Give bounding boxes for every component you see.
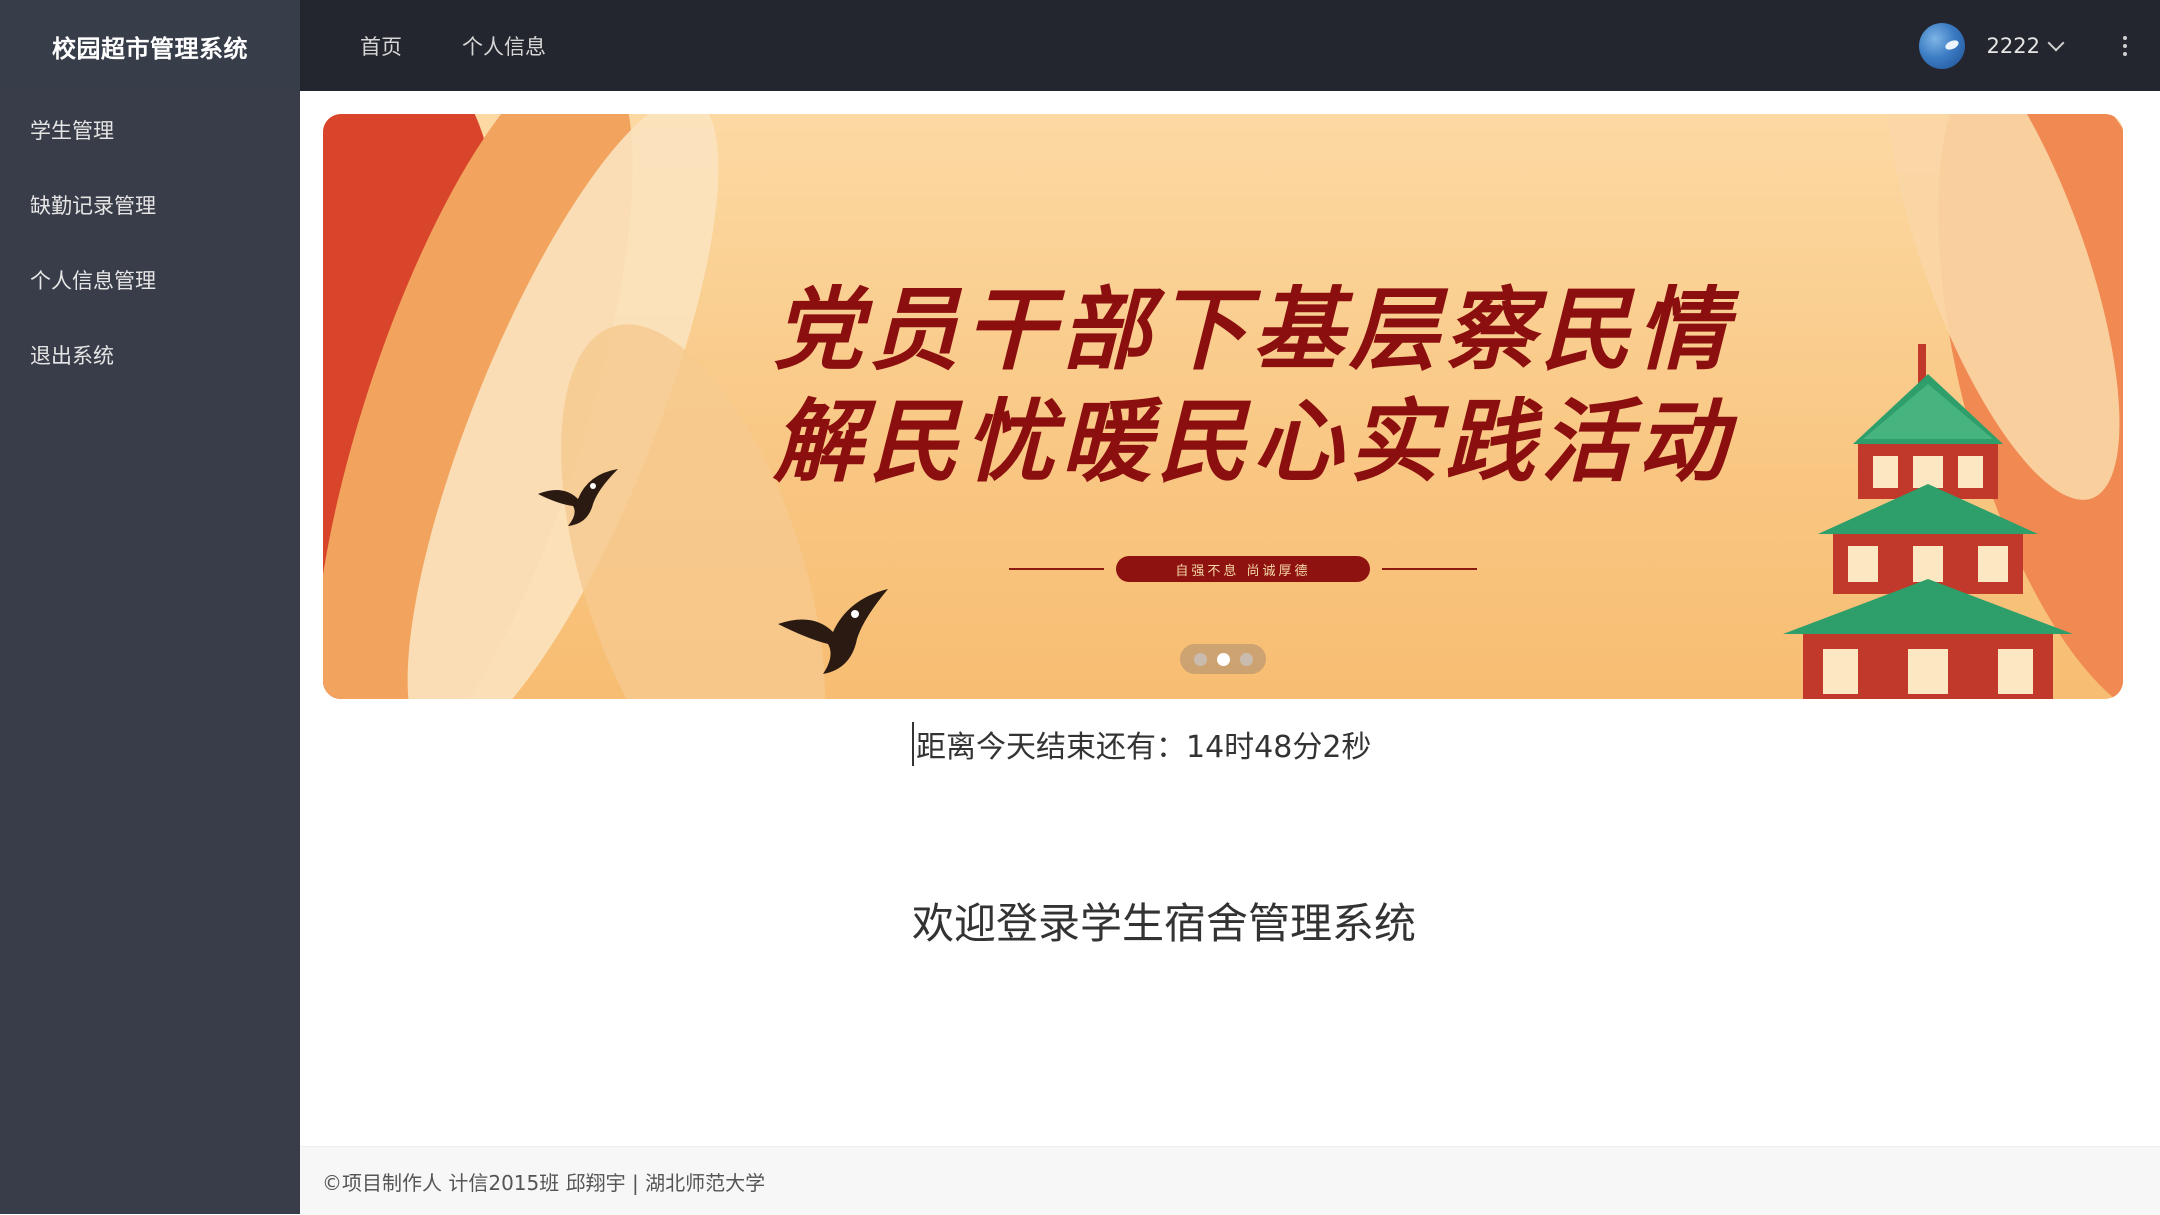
header-user-area: 2222 xyxy=(1918,0,2160,91)
sidebar-item-label: 退出系统 xyxy=(30,343,114,368)
sidebar: 校园超市管理系统 学生管理 缺勤记录管理 个人信息管理 退出系统 xyxy=(0,0,300,1214)
pagoda-illustration xyxy=(1783,344,2073,699)
sidebar-item-label: 缺勤记录管理 xyxy=(30,193,156,218)
sidebar-item-logout[interactable]: 退出系统 xyxy=(0,317,300,392)
banner-title-line-1: 党员干部下基层察民情 xyxy=(773,277,1733,383)
carousel-dot[interactable] xyxy=(1193,652,1207,666)
nav-profile[interactable]: 个人信息 xyxy=(462,31,546,61)
ribbon-text: 自强不息 尚诚厚德 xyxy=(1116,556,1370,582)
sidebar-item-profile-management[interactable]: 个人信息管理 xyxy=(0,242,300,317)
banner-carousel[interactable]: 党员干部下基层察民情 解民忧暖民心实践活动 自强不息 尚诚厚德 xyxy=(323,114,2123,699)
welcome-heading: 欢迎登录学生宿舍管理系统 xyxy=(912,899,1417,948)
sidebar-item-label: 学生管理 xyxy=(30,118,114,143)
banner-title-line-2: 解民忧暖民心实践活动 xyxy=(773,389,1733,495)
swallow-bird-icon xyxy=(538,469,618,526)
divider xyxy=(1382,568,1477,570)
more-vertical-icon[interactable] xyxy=(2090,0,2160,91)
top-header: 首页 个人信息 2222 xyxy=(300,0,2160,91)
chevron-down-icon xyxy=(2047,34,2065,51)
carousel-dot[interactable] xyxy=(1239,652,1253,666)
username: 2222 xyxy=(1986,33,2040,58)
sidebar-item-student-management[interactable]: 学生管理 xyxy=(0,92,300,167)
app-logo-title: 校园超市管理系统 xyxy=(0,0,300,92)
swallow-bird-icon xyxy=(778,589,888,674)
footer-text: ©项目制作人 计信2015班 邱翔宇 | 湖北师范大学 xyxy=(322,1170,766,1195)
carousel-indicators xyxy=(1180,644,1266,674)
banner-ribbon: 自强不息 尚诚厚德 xyxy=(993,554,1493,584)
avatar-icon[interactable] xyxy=(1918,22,1965,69)
user-menu[interactable]: 2222 xyxy=(1986,33,2065,58)
divider xyxy=(1009,568,1104,570)
footer: ©项目制作人 计信2015班 邱翔宇 | 湖北师范大学 xyxy=(300,1146,2160,1215)
banner-headline: 党员干部下基层察民情 解民忧暖民心实践活动 xyxy=(713,274,1793,498)
carousel-dot-active[interactable] xyxy=(1216,652,1230,666)
nav-home[interactable]: 首页 xyxy=(360,31,402,61)
countdown-text: 距离今天结束还有：14时48分2秒 xyxy=(912,722,1371,766)
sidebar-item-absence-records[interactable]: 缺勤记录管理 xyxy=(0,167,300,242)
sidebar-item-label: 个人信息管理 xyxy=(30,268,156,293)
